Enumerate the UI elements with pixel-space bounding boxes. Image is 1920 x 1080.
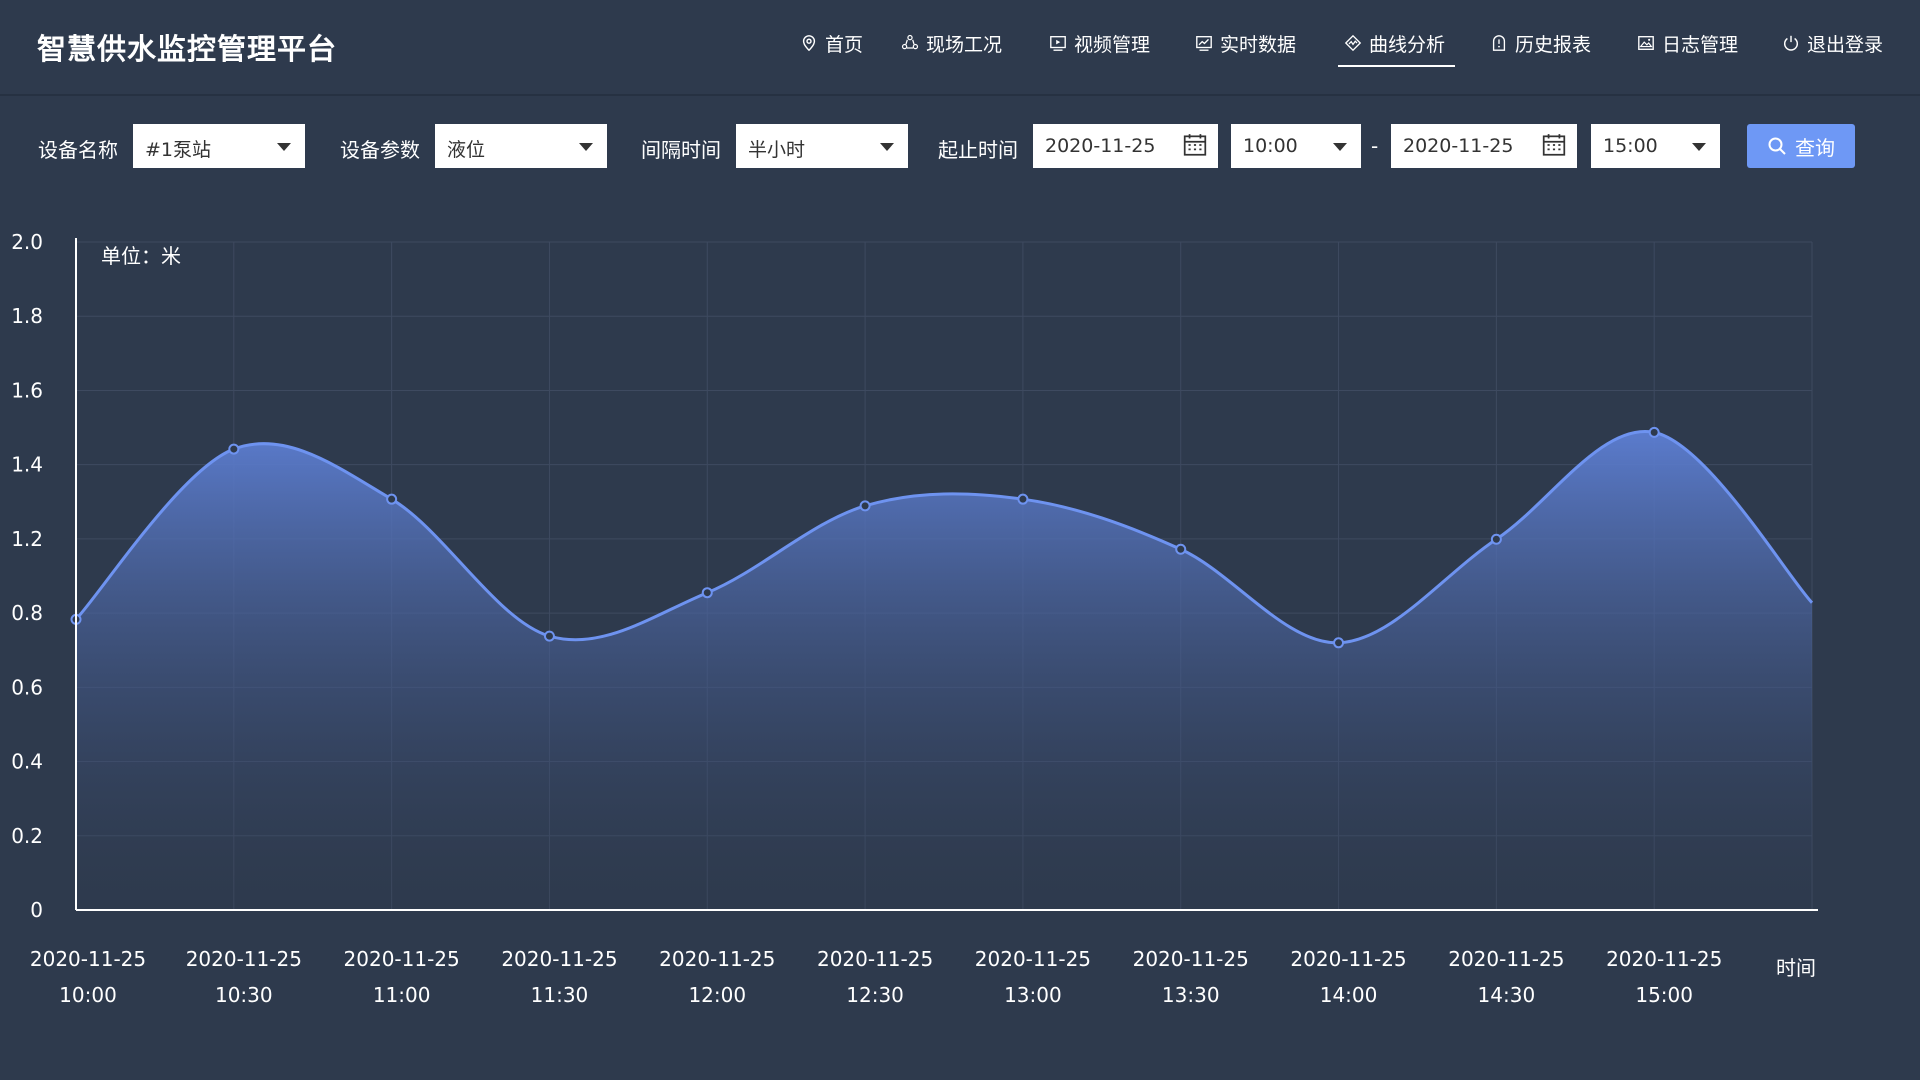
- nav-label: 实时数据: [1220, 34, 1297, 56]
- start-time-value: 10:00: [1243, 135, 1298, 157]
- range-label: 起止时间: [938, 138, 1018, 162]
- nav-history-report[interactable]: 历史报表: [1490, 30, 1591, 70]
- x-axis-title: 时间: [1776, 956, 1816, 980]
- x-tick-label: 2020-11-25 10:00: [30, 947, 146, 1007]
- cluster-icon: [901, 34, 919, 50]
- nav-label: 历史报表: [1515, 34, 1592, 56]
- chevron-down-icon: [1692, 143, 1706, 151]
- end-time-select[interactable]: 15:00: [1591, 124, 1720, 168]
- device-name-select[interactable]: #1泵站: [133, 124, 305, 168]
- nav-home[interactable]: 首页: [800, 30, 863, 70]
- y-tick-label: 0.2: [11, 824, 43, 848]
- interval-value: 半小时: [748, 139, 806, 161]
- data-point[interactable]: [543, 630, 555, 642]
- y-tick-label: 0.6: [11, 675, 43, 699]
- y-tick-label: 1.4: [11, 453, 43, 477]
- data-point[interactable]: [1648, 426, 1660, 438]
- chevron-down-icon: [277, 143, 291, 151]
- device-param-label: 设备参数: [340, 138, 420, 162]
- data-point[interactable]: [1490, 533, 1502, 545]
- app-title: 智慧供水监控管理平台: [37, 32, 338, 66]
- interval-label: 间隔时间: [641, 138, 721, 162]
- query-button-label: 查询: [1795, 135, 1835, 160]
- x-tick-label: 2020-11-25 14:00: [1290, 947, 1406, 1007]
- start-date-picker[interactable]: 2020-11-25: [1033, 124, 1218, 168]
- history-report-icon: [1492, 35, 1506, 51]
- video-icon: [1050, 36, 1066, 51]
- x-tick-label: 2020-11-25 13:00: [975, 947, 1091, 1007]
- search-icon: [1768, 137, 1786, 155]
- data-point[interactable]: [386, 493, 398, 505]
- x-tick-label: 2020-11-25 12:30: [817, 947, 933, 1007]
- y-tick-label: 0: [30, 898, 43, 922]
- nav-label: 日志管理: [1662, 34, 1739, 56]
- curve-analysis-icon: [1344, 34, 1362, 52]
- end-date-value: 2020-11-25: [1403, 135, 1514, 157]
- end-date-picker[interactable]: 2020-11-25: [1391, 124, 1577, 168]
- unit-label: 单位：米: [101, 244, 181, 268]
- chevron-down-icon: [1333, 143, 1347, 151]
- x-tick-label: 2020-11-25 13:30: [1133, 947, 1249, 1007]
- nav-realtime[interactable]: 实时数据: [1195, 30, 1296, 70]
- y-tick-label: 0.4: [11, 750, 43, 774]
- nav-label: 曲线分析: [1369, 34, 1446, 56]
- x-tick-label: 2020-11-25 10:30: [186, 947, 302, 1007]
- query-button[interactable]: 查询: [1747, 124, 1855, 168]
- y-tick-label: 1.8: [11, 304, 43, 328]
- nav-video[interactable]: 视频管理: [1049, 30, 1150, 70]
- device-param-value: 液位: [447, 139, 486, 161]
- data-point[interactable]: [859, 500, 871, 512]
- nav-log[interactable]: 日志管理: [1637, 30, 1738, 70]
- y-tick-label: 0.8: [11, 601, 43, 625]
- data-point[interactable]: [1017, 493, 1029, 505]
- log-image-icon: [1638, 36, 1654, 50]
- power-icon: [1783, 35, 1799, 51]
- level-area: [76, 431, 1812, 910]
- nav-label: 视频管理: [1074, 34, 1151, 56]
- interval-select[interactable]: 半小时: [736, 124, 908, 168]
- nav-curve-analysis[interactable]: 曲线分析: [1337, 30, 1456, 70]
- nav-label: 首页: [825, 34, 864, 56]
- y-tick-label: 2.0: [11, 230, 43, 254]
- location-pin-icon: [802, 35, 816, 52]
- x-tick-label: 2020-11-25 12:00: [659, 947, 775, 1007]
- liquid-level-area-chart: 0 0.2 0.4 0.6 0.8 1.2 1.4 1.6 1.8 2.0 2020-11-25 10…: [11, 230, 1818, 1007]
- filter-bar: 设备名称 #1泵站 设备参数 液位 间隔时间 半小时 起止时间 2020-11-…: [0, 124, 1920, 170]
- y-tick-label: 1.2: [11, 527, 43, 551]
- data-point[interactable]: [228, 443, 240, 455]
- x-tick-label: 2020-11-25 15:00: [1606, 947, 1722, 1007]
- x-tick-label: 2020-11-25 11:00: [344, 947, 460, 1007]
- data-point[interactable]: [1175, 543, 1187, 555]
- start-time-select[interactable]: 10:00: [1231, 124, 1361, 168]
- x-tick-label: 2020-11-25 14:30: [1448, 947, 1564, 1007]
- chevron-down-icon: [579, 143, 593, 151]
- range-separator: -: [1371, 134, 1379, 158]
- data-point[interactable]: [701, 587, 713, 599]
- calendar-icon: [1183, 134, 1207, 156]
- calendar-icon: [1542, 134, 1566, 156]
- data-point[interactable]: [1333, 637, 1345, 649]
- x-tick-label: 2020-11-25 11:30: [501, 947, 617, 1007]
- top-bar: 智慧供水监控管理平台 首页 现场工况 视频管理 实时数据 曲线分析 历史报表 日: [0, 0, 1920, 96]
- device-param-select[interactable]: 液位: [435, 124, 607, 168]
- chevron-down-icon: [880, 143, 894, 151]
- nav-label: 退出登录: [1807, 34, 1884, 56]
- start-date-value: 2020-11-25: [1045, 135, 1156, 157]
- end-time-value: 15:00: [1603, 135, 1658, 157]
- device-name-label: 设备名称: [38, 138, 118, 162]
- nav-label: 现场工况: [926, 34, 1003, 56]
- y-tick-label: 1.6: [11, 378, 43, 402]
- nav-logout[interactable]: 退出登录: [1782, 30, 1883, 70]
- realtime-chart-icon: [1196, 36, 1212, 51]
- device-name-value: #1泵站: [145, 139, 212, 161]
- nav-site-status[interactable]: 现场工况: [901, 30, 1002, 70]
